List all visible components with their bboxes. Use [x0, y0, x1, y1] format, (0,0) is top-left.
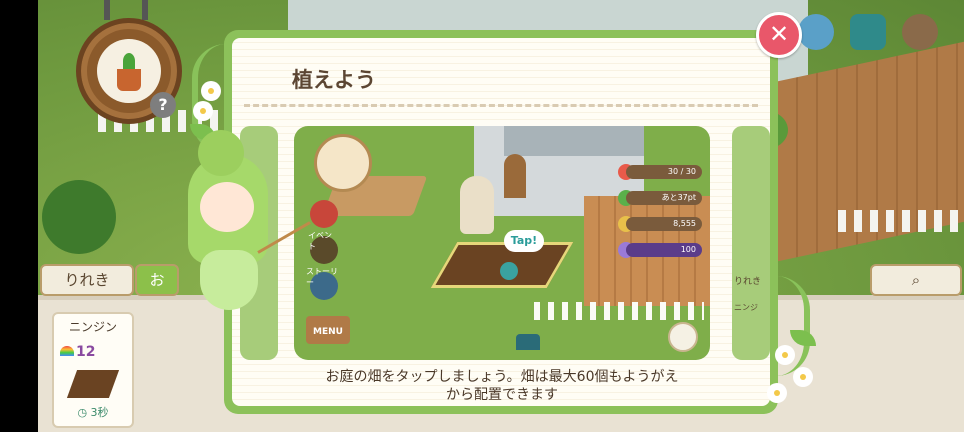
- crop-count: 12: [76, 344, 96, 360]
- crop-plot-image: [66, 370, 120, 398]
- dialog-caption: お庭の畑をタップしましょう。畑は最大60個もようがえ から配置できます: [292, 368, 712, 404]
- tutorial-quest-icon: [310, 200, 338, 228]
- tutorial-fence: [534, 302, 704, 320]
- fairy-guide-character: [178, 130, 311, 340]
- crop-time: ◷ 3秒: [54, 404, 132, 420]
- flower-icon: [196, 104, 210, 118]
- search-icon: ⌕: [911, 271, 921, 289]
- close-icon: ✕: [768, 20, 790, 48]
- pot: [117, 69, 141, 91]
- crop-time-value: 3秒: [90, 406, 109, 419]
- tutorial-door: [504, 154, 526, 198]
- hand-pointer-icon: [500, 262, 518, 280]
- search-button[interactable]: ⌕: [870, 264, 962, 296]
- exp-status: あと37pt: [626, 191, 702, 205]
- crop-card-carrot[interactable]: ニンジン 12 ◷ 3秒: [52, 312, 134, 428]
- dialog-body: 植えよう りれき ニンジ イベント ストーリー MENU Tap! 30 / 3…: [232, 38, 770, 406]
- bush: [42, 180, 116, 254]
- mailbox: [516, 334, 540, 350]
- hearts-status: 30 / 30: [626, 165, 702, 179]
- tab-active[interactable]: お: [135, 264, 179, 296]
- caption-line-2: から配置できます: [446, 387, 558, 403]
- event-label: イベント: [308, 231, 332, 251]
- tap-bubble: Tap!: [504, 230, 544, 252]
- sprout-icon: [97, 39, 161, 103]
- divider: [244, 104, 758, 107]
- fairy-face: [200, 182, 254, 232]
- tutorial-event-icon: イベント: [308, 231, 338, 264]
- peek-card-name: ニンジ: [734, 303, 758, 312]
- help-icon[interactable]: ?: [150, 92, 176, 118]
- crop-name: ニンジン: [68, 320, 117, 334]
- clock-icon: ◷: [77, 406, 88, 419]
- chain: [104, 0, 110, 20]
- close-button[interactable]: ✕: [756, 12, 802, 58]
- sprout: [123, 53, 135, 69]
- tab-history[interactable]: りれき: [40, 264, 134, 296]
- settings-icon[interactable]: [902, 14, 938, 50]
- camera-icon[interactable]: [850, 14, 886, 50]
- fairy-dress: [200, 250, 258, 310]
- fairy-hair-bun: [198, 130, 244, 176]
- flower-icon: [770, 386, 784, 400]
- tutorial-story-icon: ストーリー: [306, 267, 338, 300]
- tutorial-character: [460, 176, 494, 234]
- peek-label: りれき: [734, 277, 762, 287]
- leaf-icon: [668, 322, 698, 352]
- avatar-emblem: [314, 134, 372, 192]
- story-label: ストーリー: [306, 267, 338, 287]
- chain: [142, 0, 148, 20]
- tutorial-roof: [504, 126, 644, 156]
- rainbow-icon: [60, 346, 74, 356]
- tutorial-menu-button: MENU: [306, 316, 350, 344]
- tutorial-screenshot: イベント ストーリー MENU Tap! 30 / 30 あと37pt 8,55…: [294, 126, 710, 360]
- fence: [838, 210, 964, 232]
- flower-icon: [796, 370, 810, 384]
- chat-icon[interactable]: [798, 14, 834, 50]
- coins-status: 8,555: [626, 217, 702, 231]
- next-page-peek[interactable]: りれき ニンジ: [732, 126, 770, 360]
- flower-icon: [204, 84, 218, 98]
- caption-line-1: お庭の畑をタップしましょう。畑は最大60個もようがえ: [325, 369, 679, 385]
- dialog-title: 植えよう: [292, 68, 376, 92]
- flower-icon: [778, 348, 792, 362]
- stars-status: 100: [626, 243, 702, 257]
